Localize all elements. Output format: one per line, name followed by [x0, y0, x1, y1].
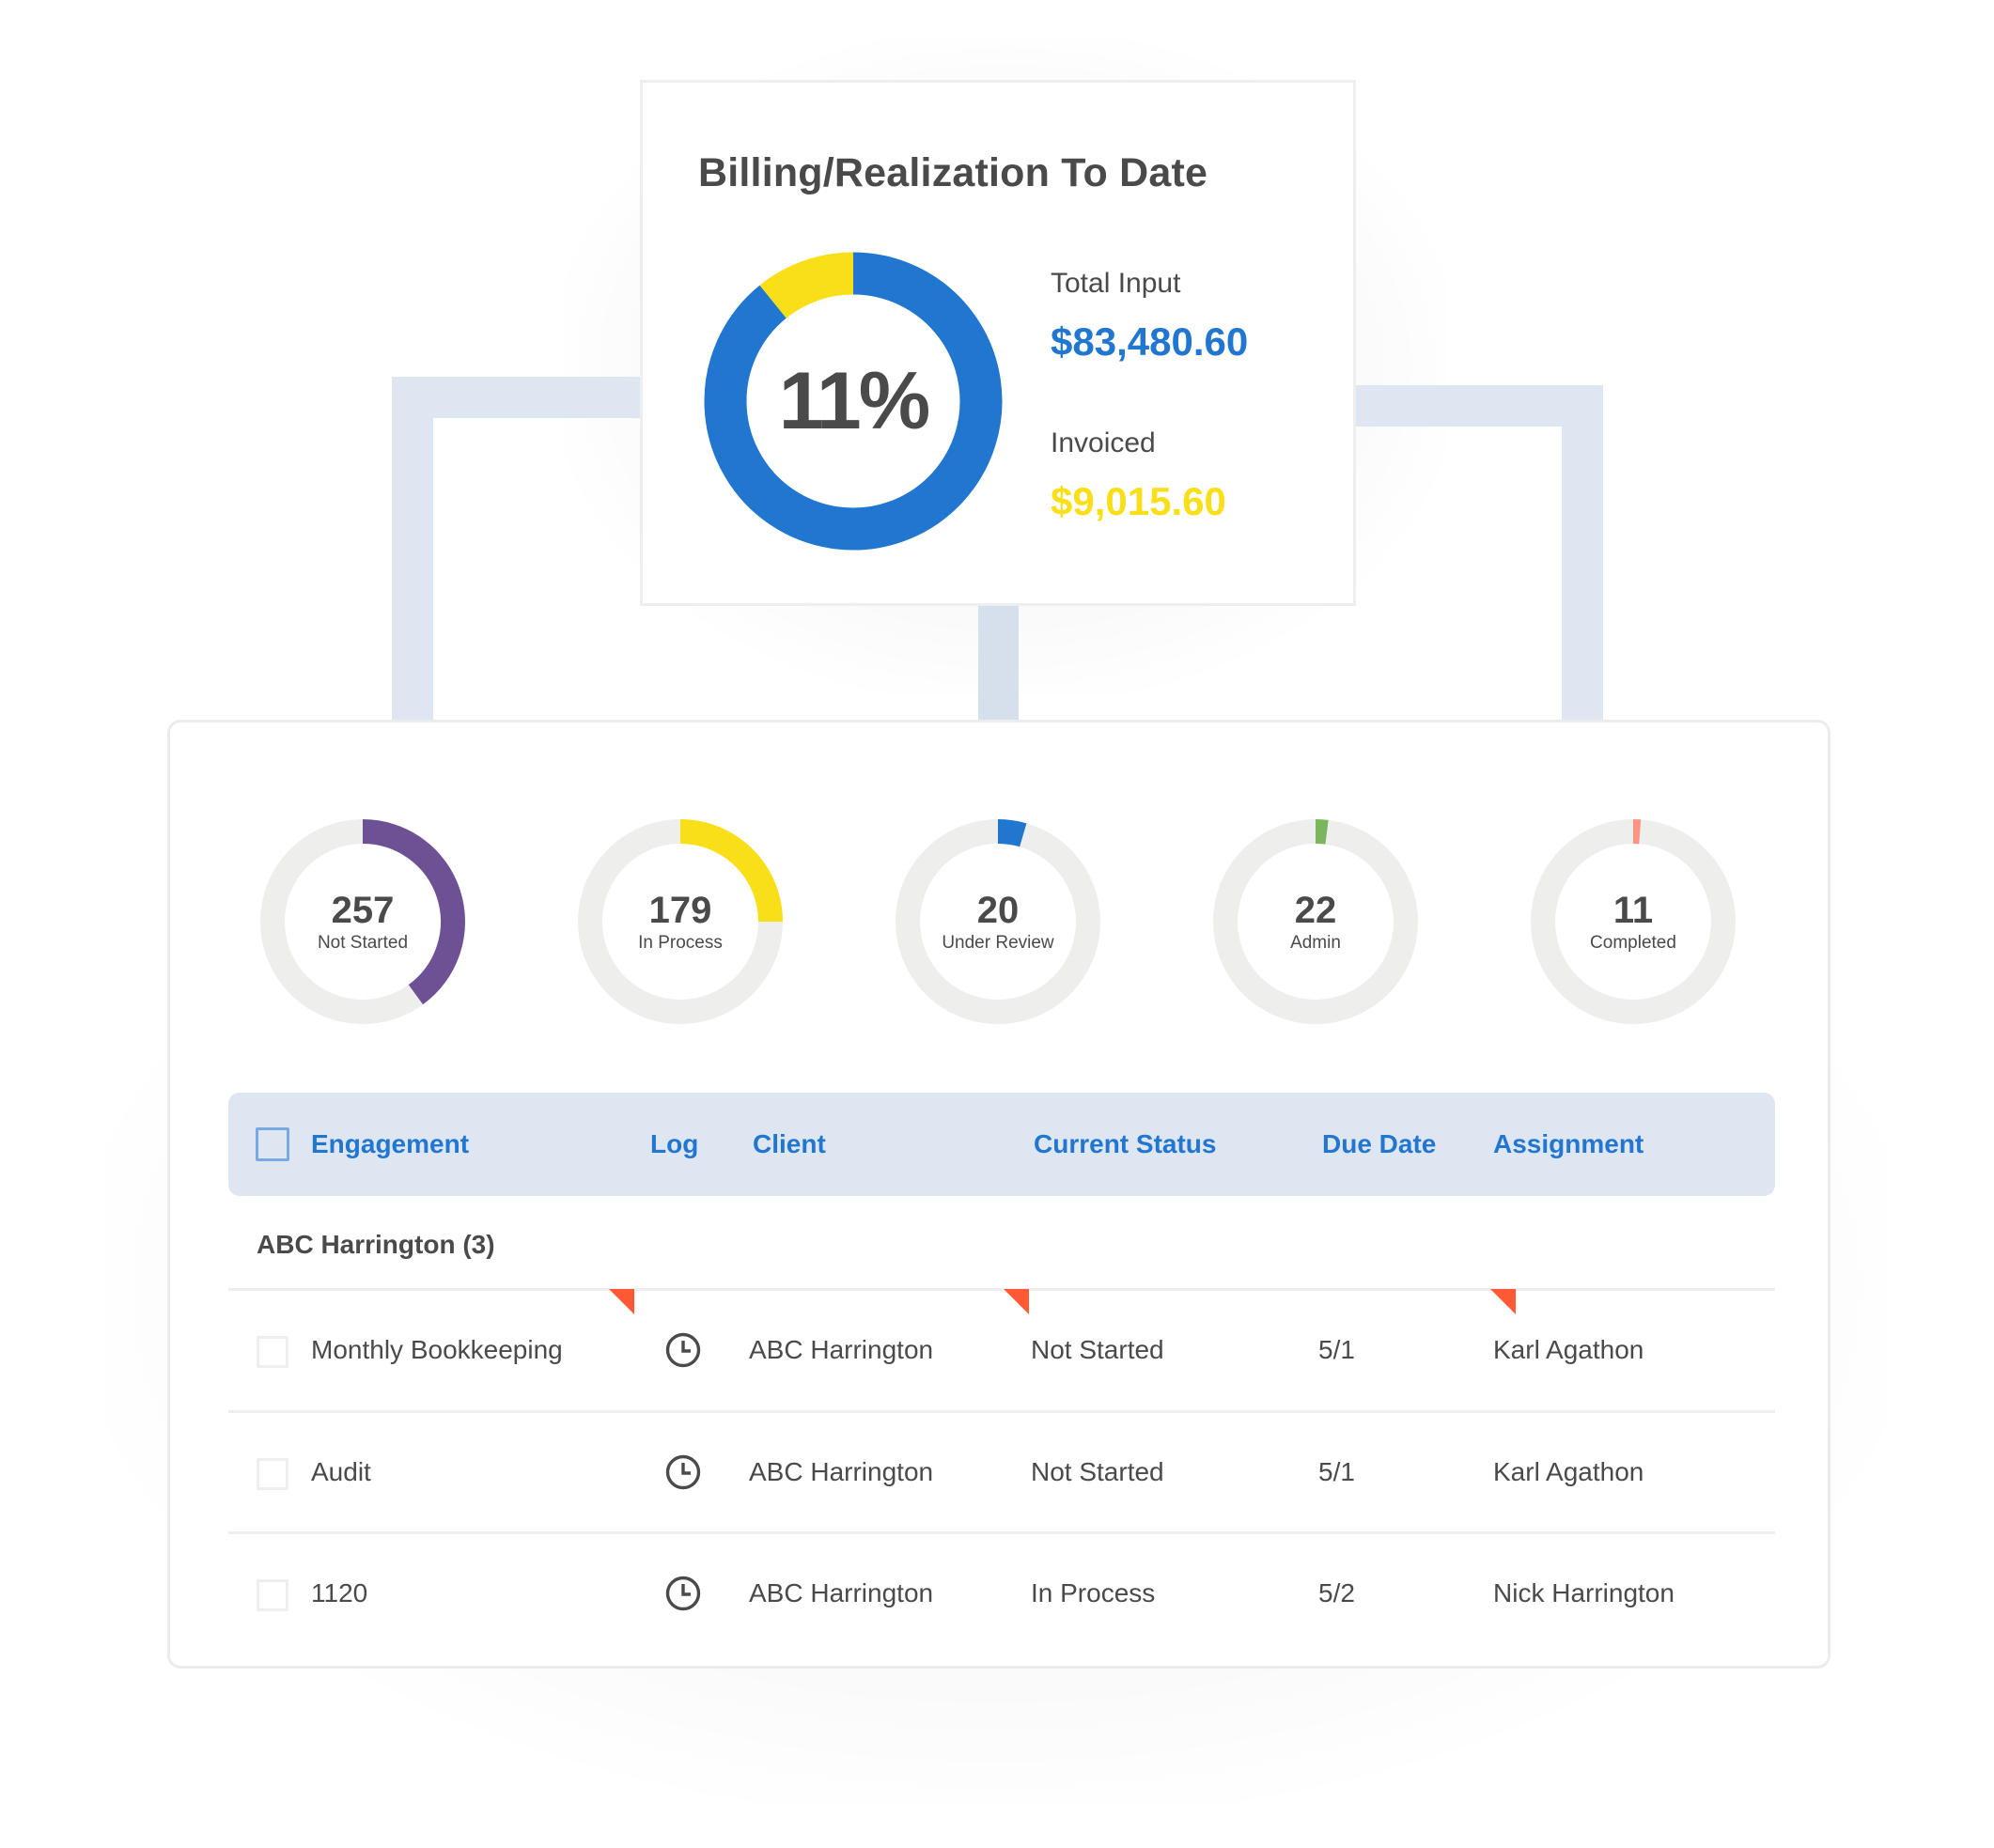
cell-due-date: 5/1	[1318, 1335, 1355, 1364]
connector-center-vertical	[978, 606, 1019, 721]
cell-due-date: 5/2	[1318, 1578, 1355, 1607]
cell-assignment: Karl Agathon	[1493, 1457, 1644, 1486]
table-header: Engagement Log Client Current Status Due…	[228, 1093, 1775, 1196]
status-label: Admin	[1290, 933, 1341, 953]
clock-icon[interactable]	[665, 1332, 701, 1368]
status-ring-in-process[interactable]: 179 In Process	[577, 818, 784, 1025]
status-ring-admin[interactable]: 22 Admin	[1212, 818, 1419, 1025]
status-count: 257	[331, 890, 395, 931]
total-input-value: $83,480.60	[1051, 319, 1249, 364]
engagements-card: 257 Not Started 179 In Process 20 Under Revie…	[167, 720, 1830, 1669]
billing-title: Billing/Realization To Date	[698, 150, 1208, 195]
column-header-assignment[interactable]: Assignment	[1493, 1093, 1643, 1196]
status-ring-completed[interactable]: 11 Completed	[1530, 818, 1737, 1025]
engagement-flag-icon	[609, 1289, 634, 1314]
table-row[interactable]: Audit ABC Harrington Not Started 5/1 Karl Ag…	[228, 1413, 1775, 1531]
table-row[interactable]: Monthly Bookkeeping ABC Harrington Not Sta…	[228, 1289, 1775, 1409]
cell-engagement[interactable]: Audit	[311, 1413, 371, 1531]
status-count: 22	[1294, 890, 1337, 931]
status-flag-icon	[1004, 1289, 1029, 1314]
status-ring-not-started[interactable]: 257 Not Started	[259, 818, 466, 1025]
cell-due-date: 5/1	[1318, 1457, 1355, 1486]
cell-client: ABC Harrington	[749, 1335, 934, 1364]
table-row[interactable]: 1120 ABC Harrington In Process 5/2 Nick Harr…	[228, 1534, 1775, 1653]
cell-client: ABC Harrington	[749, 1457, 934, 1486]
due-date-flag-icon	[1490, 1289, 1516, 1314]
cell-assignment: Karl Agathon	[1493, 1335, 1644, 1364]
invoiced-value: $9,015.60	[1051, 479, 1226, 523]
status-count: 11	[1612, 890, 1654, 931]
status-label: Completed	[1590, 933, 1676, 953]
column-header-due-date[interactable]: Due Date	[1322, 1093, 1436, 1196]
connector-right-vertical	[1562, 385, 1603, 721]
clock-icon[interactable]	[665, 1576, 701, 1611]
row-checkbox[interactable]	[257, 1458, 288, 1490]
clock-icon[interactable]	[665, 1454, 701, 1490]
column-header-engagement[interactable]: Engagement	[311, 1093, 469, 1196]
cell-assignment: Nick Harrington	[1493, 1578, 1675, 1607]
cell-engagement[interactable]: 1120	[311, 1534, 367, 1653]
client-group-label[interactable]: ABC Harrington (3)	[257, 1230, 495, 1260]
connector-left-vertical	[392, 377, 433, 721]
status-label: In Process	[638, 933, 723, 953]
column-header-current-status[interactable]: Current Status	[1034, 1093, 1216, 1196]
status-label: Not Started	[317, 933, 409, 953]
status-count: 179	[648, 890, 712, 931]
column-header-log[interactable]: Log	[650, 1093, 698, 1196]
status-label: Under Review	[942, 933, 1054, 953]
cell-current-status: Not Started	[1031, 1457, 1164, 1486]
cell-client: ABC Harrington	[749, 1578, 934, 1607]
row-checkbox[interactable]	[257, 1579, 288, 1611]
status-ring-under-review[interactable]: 20 Under Review	[895, 818, 1101, 1025]
invoiced-label: Invoiced	[1051, 427, 1156, 458]
billing-realization-card: Billing/Realization To Date 11% Total In…	[640, 80, 1356, 606]
ring-progress	[997, 819, 1027, 847]
cell-current-status: In Process	[1031, 1578, 1156, 1607]
realization-percent: 11%	[778, 355, 930, 446]
ring-progress	[1315, 819, 1329, 845]
total-input-label: Total Input	[1051, 268, 1181, 299]
cell-current-status: Not Started	[1031, 1335, 1164, 1364]
status-count: 20	[976, 890, 1020, 931]
select-all-checkbox[interactable]	[256, 1127, 289, 1161]
cell-engagement[interactable]: Monthly Bookkeeping	[311, 1291, 563, 1409]
column-header-client[interactable]: Client	[753, 1093, 826, 1196]
row-checkbox[interactable]	[257, 1336, 288, 1368]
